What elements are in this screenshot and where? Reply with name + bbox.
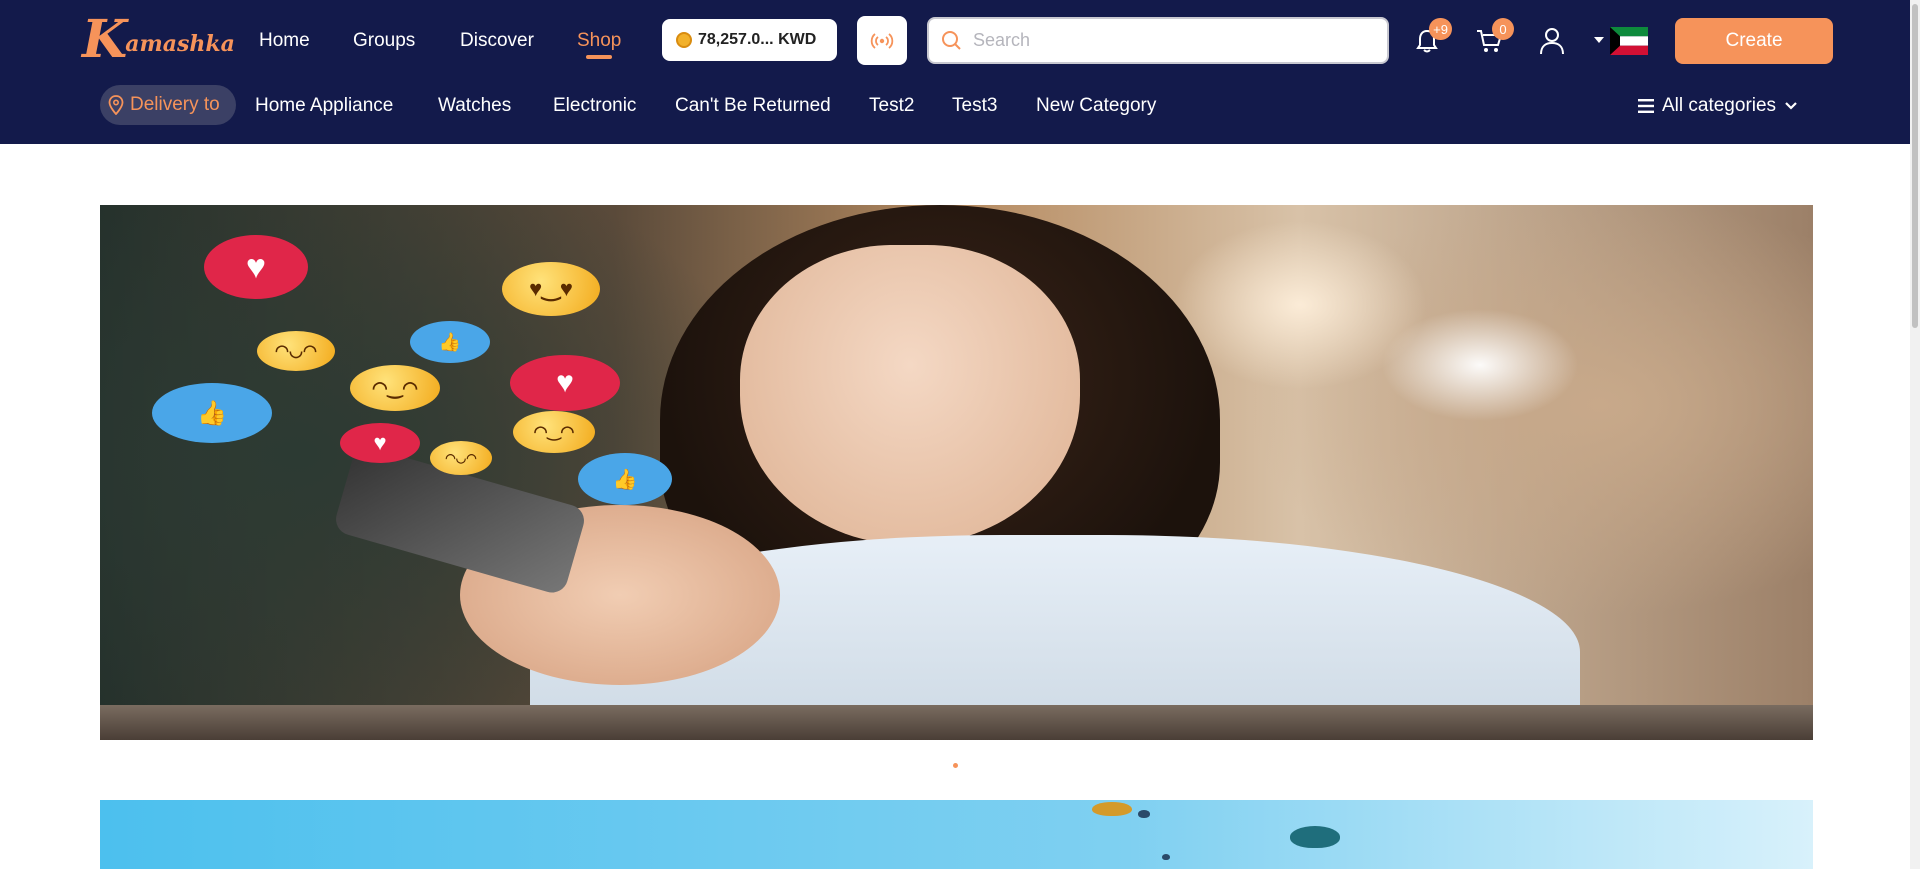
search-input[interactable] [973, 30, 1373, 51]
balloon-shape [1162, 854, 1170, 860]
search-box[interactable] [927, 17, 1389, 64]
delivery-label: Delivery to [130, 94, 220, 115]
banner-table-shape [100, 705, 1813, 740]
scrollbar-thumb[interactable] [1912, 4, 1918, 328]
heart-eyes-emoji-icon: ♥‿♥ [502, 262, 600, 316]
wallet-balance-button[interactable]: 78,257.0... KWD [662, 19, 837, 61]
second-banner-image[interactable] [100, 800, 1813, 869]
category-bar: Delivery to Home Appliance Watches Elect… [0, 85, 1920, 129]
category-watches[interactable]: Watches [438, 95, 511, 117]
thumbs-up-emoji-icon: 👍 [152, 383, 272, 443]
laughing-emoji-icon: ◠◡◠ [257, 331, 335, 371]
balloon-shape [1138, 810, 1150, 818]
all-categories-label: All categories [1662, 95, 1777, 116]
category-cant-be-returned[interactable]: Can't Be Returned [675, 95, 831, 117]
category-new-category[interactable]: New Category [1036, 95, 1156, 117]
kamashka-logo[interactable]: K amashka [82, 9, 235, 70]
user-icon [1540, 28, 1564, 55]
create-button[interactable]: Create [1675, 18, 1833, 64]
location-pin-icon [108, 95, 124, 115]
nav-shop[interactable]: Shop [577, 30, 621, 52]
carousel-dot[interactable] [953, 763, 958, 768]
smile-emoji-icon: ◠‿◠ [350, 365, 440, 411]
kuwait-flag-icon[interactable] [1610, 27, 1648, 55]
notifications-button[interactable]: +9 [1410, 18, 1452, 58]
coin-icon [676, 32, 692, 48]
category-test2[interactable]: Test2 [869, 95, 914, 117]
banner-face-shape [740, 245, 1080, 545]
all-categories-dropdown[interactable]: All categories [1638, 95, 1798, 117]
page-scrollbar[interactable] [1910, 0, 1920, 869]
delivery-location-button[interactable]: Delivery to [100, 85, 236, 125]
heart-emoji-icon: ♥ [340, 423, 420, 463]
hero-banner-image[interactable]: ♥ ♥‿♥ ◠◡◠ 👍 👍 ◠‿◠ ♥ ♥ ◠◡◠ ◠‿◠ 👍 [100, 205, 1813, 740]
heart-emoji-icon: ♥ [510, 355, 620, 411]
active-nav-indicator [586, 55, 612, 59]
heart-emoji-icon: ♥ [204, 235, 308, 299]
wallet-balance: 78,257.0... KWD [698, 31, 817, 48]
nav-discover[interactable]: Discover [460, 30, 534, 52]
cart-badge: 0 [1492, 18, 1514, 40]
search-icon [942, 30, 961, 50]
top-navigation-bar: K amashka Home Groups Discover Shop 78,2… [0, 0, 1920, 144]
thumbs-up-emoji-icon: 👍 [410, 321, 490, 363]
notifications-badge: +9 [1429, 18, 1452, 40]
live-broadcast-button[interactable] [857, 16, 907, 65]
balloon-shape [1092, 802, 1132, 816]
menu-icon [1638, 99, 1654, 113]
logo-initial: K [82, 9, 128, 70]
country-dropdown-caret-icon[interactable] [1594, 37, 1604, 43]
category-electronic[interactable]: Electronic [553, 95, 636, 117]
category-home-appliance[interactable]: Home Appliance [255, 95, 393, 117]
balloon-shape [1290, 826, 1340, 848]
broadcast-icon [870, 32, 894, 49]
thumbs-up-emoji-icon: 👍 [578, 453, 672, 505]
nav-groups[interactable]: Groups [353, 30, 415, 52]
logo-text: amashka [125, 31, 235, 57]
chevron-down-icon [1785, 102, 1797, 110]
smile-emoji-icon: ◠‿◠ [513, 411, 595, 453]
category-test3[interactable]: Test3 [952, 95, 997, 117]
laughing-emoji-icon: ◠◡◠ [430, 441, 492, 475]
cart-button[interactable]: 0 [1472, 18, 1514, 58]
user-account-button[interactable] [1535, 24, 1569, 58]
nav-home[interactable]: Home [259, 30, 310, 52]
